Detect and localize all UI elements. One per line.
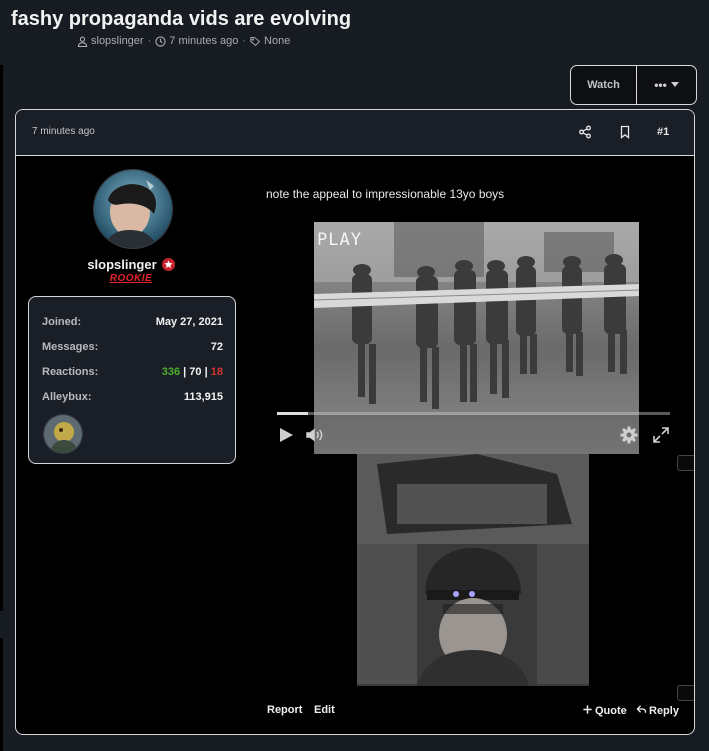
edit-link[interactable]: Edit [314,704,335,716]
thread-time[interactable]: 7 minutes ago [169,35,238,47]
thread-tags: None [264,35,291,47]
reactions-negative: 18 [210,366,223,378]
video-progress-bar[interactable] [277,412,670,415]
reactions-neutral: 70 [189,366,202,378]
embed-marker-icon [677,685,694,701]
caret-down-icon [670,82,679,87]
post-body-text: note the appeal to impressionable 13yo b… [266,187,505,201]
share-icon[interactable] [578,125,592,139]
thread-action-group: Watch ••• [570,65,697,105]
stat-value: 336 | 70 | 18 [162,366,223,378]
stat-alleybux: Alleybux: 113,915 [42,391,223,405]
post-header: 7 minutes ago #1 [16,110,694,156]
video-player[interactable]: PLAY [314,222,639,454]
left-edge-bar [0,638,3,751]
stat-reactions: Reactions: 336 | 70 | 18 [42,366,223,380]
stat-value[interactable]: 72 [211,341,223,353]
thread-author-link[interactable]: slopslinger [91,35,144,47]
reactions-separator: | [204,366,208,378]
tag-icon [250,36,261,46]
user-icon [77,36,88,47]
post-card: 7 minutes ago #1 slopslinger ROOKIE Join… [15,109,695,735]
thread-title: fashy propaganda vids are evolving [11,8,352,30]
video-overlay-text: PLAY [317,230,362,250]
post-number-link[interactable]: #1 [657,126,669,138]
volume-icon[interactable] [305,426,323,444]
trophy-avatar[interactable] [43,414,83,454]
avatar-image [94,170,172,248]
post-username: slopslinger [16,256,246,272]
meta-separator: · [242,35,247,47]
avatar[interactable] [93,169,173,249]
username-link[interactable]: slopslinger [87,257,156,272]
stat-value: May 27, 2021 [155,316,223,328]
reply-label: Reply [649,705,679,717]
video-frame [314,222,639,454]
quote-label: Quote [595,705,627,717]
more-options-button[interactable]: ••• [637,66,696,104]
stat-label: Joined: [42,316,82,328]
meta-separator: · [147,35,152,47]
star-badge-icon [161,258,175,272]
left-edge-bar [0,65,3,611]
embed-marker-icon [677,455,694,471]
user-stats-box: Joined: May 27, 2021 Messages: 72 Reacti… [28,296,236,464]
reactions-positive: 336 [161,366,181,378]
clock-icon [155,35,166,47]
play-icon[interactable] [277,426,295,444]
stat-joined: Joined: May 27, 2021 [42,316,223,330]
video-thumbnail[interactable] [357,454,589,686]
stat-value: 113,915 [183,391,223,403]
settings-icon[interactable] [620,426,638,444]
report-link[interactable]: Report [267,704,302,716]
stat-messages: Messages: 72 [42,341,223,355]
reply-icon [636,705,647,713]
video-progress-fill [277,412,309,415]
quote-link[interactable]: Quote [582,704,627,717]
more-dots: ••• [654,78,667,92]
reply-link[interactable]: Reply [636,704,679,717]
trophy-image [44,415,82,453]
stat-label: Reactions: [42,366,99,378]
bookmark-icon[interactable] [618,125,632,139]
reactions-separator: | [183,366,187,378]
thread-meta: slopslinger · 7 minutes ago · None [77,35,290,47]
user-rank: ROOKIE [109,273,153,284]
post-date-link[interactable]: 7 minutes ago [32,126,95,137]
video-frame [357,454,589,686]
fullscreen-icon[interactable] [652,426,670,444]
watch-button[interactable]: Watch [571,66,637,104]
plus-icon [583,705,592,714]
stat-label: Alleybux: [42,391,92,403]
stat-label: Messages: [42,341,99,353]
